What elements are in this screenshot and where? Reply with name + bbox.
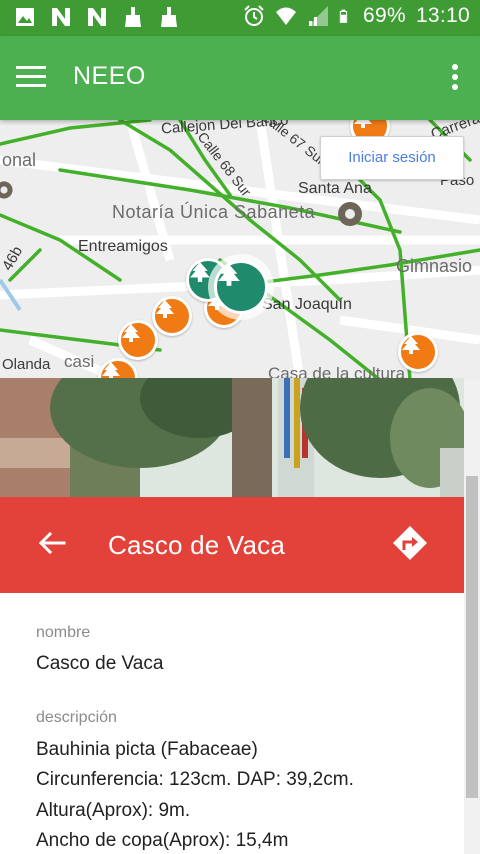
tree-icon bbox=[156, 300, 174, 318]
descripcion-line: Bauhinia picta (Fabaceae) bbox=[36, 739, 258, 760]
signal-icon bbox=[308, 6, 328, 26]
signin-button[interactable]: Iniciar sesión bbox=[320, 136, 464, 180]
descripcion-line: Ancho de copa(Aprox): 15,4m bbox=[36, 830, 289, 851]
nombre-value: Casco de Vaca bbox=[36, 653, 164, 674]
tree-icon bbox=[218, 264, 240, 286]
map-label-santa-ana: Santa Ana bbox=[298, 180, 372, 197]
app-title: NEEO bbox=[73, 62, 146, 90]
battery-percent: 69% bbox=[363, 4, 406, 27]
system-icons: 69% 13:10 bbox=[243, 4, 470, 28]
tree-photo-image bbox=[0, 378, 464, 500]
poi-pin-icon[interactable] bbox=[0, 180, 14, 200]
n-icon bbox=[52, 8, 70, 26]
map-label-casino: casi bbox=[64, 352, 95, 371]
descripcion-line: Circunferencia: 123cm. DAP: 39,2cm. bbox=[36, 769, 354, 790]
tree-marker[interactable] bbox=[398, 332, 438, 372]
more-vertical-icon[interactable] bbox=[448, 62, 462, 94]
image-icon bbox=[16, 8, 34, 26]
scrollbar-thumb[interactable] bbox=[466, 476, 478, 798]
alarm-icon bbox=[244, 5, 264, 26]
map-view[interactable]: Callejon Del Banco Carrera Calle 68 Sur … bbox=[0, 120, 480, 380]
n-icon bbox=[88, 8, 106, 26]
wifi-icon bbox=[276, 7, 296, 25]
tree-marker[interactable] bbox=[152, 296, 192, 336]
info-panel: nombre Casco de Vaca descripción Bauhini… bbox=[0, 593, 464, 854]
map-label-gimnasio: Gimnasio bbox=[396, 256, 473, 276]
tree-marker[interactable] bbox=[118, 320, 158, 360]
cleaning-icon bbox=[125, 7, 141, 27]
map-label-onal: onal bbox=[2, 150, 37, 170]
cleaning-icon bbox=[161, 7, 177, 27]
descripcion-label: descripción bbox=[36, 709, 117, 726]
clock-time: 13:10 bbox=[415, 4, 470, 27]
tree-marker-selected[interactable] bbox=[214, 260, 268, 314]
nombre-label: nombre bbox=[36, 624, 91, 641]
app-bar: NEEO bbox=[0, 36, 480, 120]
notification-icons bbox=[14, 6, 180, 28]
tree-icon bbox=[122, 324, 140, 342]
map-label-entreamigos: Entreamigos bbox=[78, 238, 168, 255]
detail-header: Casco de Vaca bbox=[0, 497, 464, 593]
arrow-left-icon[interactable] bbox=[36, 527, 68, 559]
detail-title: Casco de Vaca bbox=[108, 530, 285, 560]
directions-icon[interactable] bbox=[390, 523, 430, 563]
tree-icon bbox=[354, 120, 372, 128]
map-label-notaria: Notaría Única Sabaneta bbox=[112, 202, 316, 222]
battery-icon bbox=[339, 9, 348, 23]
tree-photo bbox=[0, 378, 464, 500]
poi-pin-icon[interactable] bbox=[336, 200, 364, 228]
map-label-san-joaquin: San Joaquín bbox=[262, 296, 352, 313]
hamburger-menu-icon[interactable] bbox=[14, 62, 48, 92]
status-bar: 69% 13:10 bbox=[0, 0, 480, 36]
map-label-olanda: Olanda bbox=[2, 356, 51, 373]
tree-icon bbox=[190, 262, 210, 282]
tree-icon bbox=[402, 336, 420, 354]
descripcion-line: Altura(Aprox): 9m. bbox=[36, 800, 191, 821]
